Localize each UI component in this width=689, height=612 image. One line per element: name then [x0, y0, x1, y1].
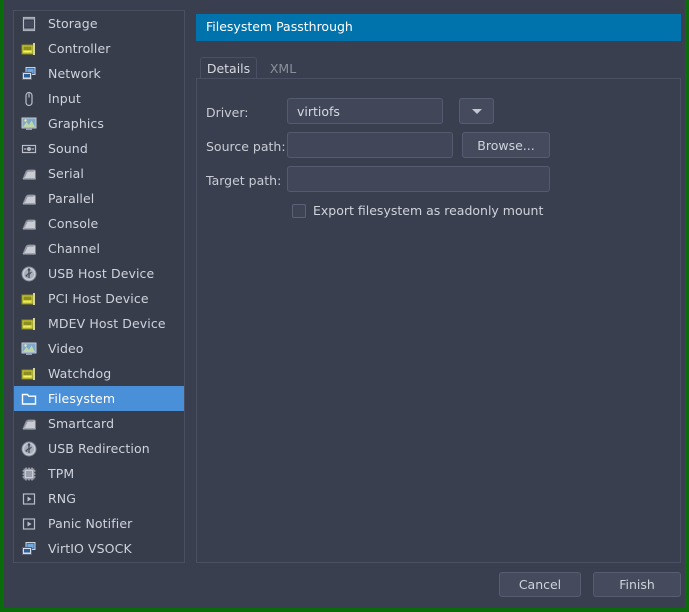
sidebar-item-label: RNG: [48, 491, 77, 506]
chevron-down-icon: [471, 108, 482, 114]
network-icon: [20, 65, 38, 83]
parallel-icon: [20, 190, 38, 208]
video-icon: [20, 340, 38, 358]
sidebar-item-label: Sound: [48, 141, 88, 156]
sidebar-item-label: Storage: [48, 16, 98, 31]
input-mouse-icon: [20, 90, 38, 108]
media-play-icon: [20, 515, 38, 533]
add-hardware-dialog: Storage Controller Network Input Graphics Sou…: [4, 0, 685, 608]
sidebar-item-storage[interactable]: Storage: [14, 11, 184, 36]
sidebar-item-label: Serial: [48, 166, 84, 181]
sidebar-item-video[interactable]: Video: [14, 336, 184, 361]
sidebar-item-label: Input: [48, 91, 81, 106]
sidebar-item-virtio-vsock[interactable]: VirtIO VSOCK: [14, 536, 184, 561]
sidebar-item-watchdog[interactable]: Watchdog: [14, 361, 184, 386]
sidebar-item-sound[interactable]: Sound: [14, 136, 184, 161]
target-path-label: Target path:: [206, 173, 282, 188]
watchdog-icon: [20, 365, 38, 383]
readonly-mount-checkbox[interactable]: [292, 204, 306, 218]
controller-icon: [20, 40, 38, 58]
sidebar-item-label: MDEV Host Device: [48, 316, 166, 331]
media-play-icon: [20, 490, 38, 508]
tab-xml[interactable]: XML: [259, 57, 307, 79]
sidebar-item-label: Graphics: [48, 116, 105, 131]
graphics-icon: [20, 115, 38, 133]
readonly-mount-label: Export filesystem as readonly mount: [313, 203, 544, 218]
device-details-pane: Filesystem Passthrough Details XML Drive…: [192, 10, 681, 563]
page-title: Filesystem Passthrough: [206, 19, 353, 34]
sidebar-item-label: USB Redirection: [48, 441, 150, 456]
hardware-category-list[interactable]: Storage Controller Network Input Graphics Sou…: [13, 10, 185, 563]
source-path-label: Source path:: [206, 139, 286, 154]
sidebar-item-label: Watchdog: [48, 366, 112, 381]
sidebar-item-serial[interactable]: Serial: [14, 161, 184, 186]
browse-button[interactable]: Browse...: [462, 132, 550, 158]
sidebar-item-controller[interactable]: Controller: [14, 36, 184, 61]
pci-card-icon: [20, 315, 38, 333]
sidebar-item-usb-redirection[interactable]: USB Redirection: [14, 436, 184, 461]
sidebar-item-console[interactable]: Console: [14, 211, 184, 236]
sidebar-item-panic-notifier[interactable]: Panic Notifier: [14, 511, 184, 536]
sidebar-item-label: Channel: [48, 241, 101, 256]
sidebar-item-usb-host-device[interactable]: USB Host Device: [14, 261, 184, 286]
sidebar-item-input[interactable]: Input: [14, 86, 184, 111]
target-path-input[interactable]: [287, 166, 550, 192]
sidebar-item-label: USB Host Device: [48, 266, 155, 281]
finish-button[interactable]: Finish: [593, 572, 681, 597]
driver-combo-dropdown-button[interactable]: [459, 98, 494, 124]
storage-icon: [20, 15, 38, 33]
sidebar-item-smartcard[interactable]: Smartcard: [14, 411, 184, 436]
cancel-button[interactable]: Cancel: [499, 572, 581, 597]
sidebar-item-graphics[interactable]: Graphics: [14, 111, 184, 136]
sidebar-item-parallel[interactable]: Parallel: [14, 186, 184, 211]
source-path-input[interactable]: [287, 132, 453, 158]
sidebar-item-label: Parallel: [48, 191, 95, 206]
tab-bar[interactable]: Details XML: [196, 57, 681, 79]
sidebar-item-tpm[interactable]: TPM: [14, 461, 184, 486]
sidebar-item-network[interactable]: Network: [14, 61, 184, 86]
sidebar-item-label: Smartcard: [48, 416, 115, 431]
network-icon: [20, 540, 38, 558]
sidebar-item-label: TPM: [48, 466, 75, 481]
sidebar-item-channel[interactable]: Channel: [14, 236, 184, 261]
smartcard-icon: [20, 415, 38, 433]
sidebar-item-label: Video: [48, 341, 84, 356]
sidebar-item-mdev-host-device[interactable]: MDEV Host Device: [14, 311, 184, 336]
sidebar-item-filesystem[interactable]: Filesystem: [14, 386, 184, 411]
driver-combo-value[interactable]: virtiofs: [287, 98, 443, 124]
console-icon: [20, 215, 38, 233]
serial-icon: [20, 165, 38, 183]
sidebar-item-label: Network: [48, 66, 101, 81]
sidebar-item-label: Controller: [48, 41, 111, 56]
page-title-bar: Filesystem Passthrough: [196, 14, 681, 41]
chip-icon: [20, 465, 38, 483]
tab-details[interactable]: Details: [200, 57, 257, 79]
driver-label: Driver:: [206, 105, 249, 120]
sound-icon: [20, 140, 38, 158]
sidebar-item-label: Filesystem: [48, 391, 116, 406]
channel-icon: [20, 240, 38, 258]
sidebar-item-label: PCI Host Device: [48, 291, 149, 306]
sidebar-item-label: Panic Notifier: [48, 516, 133, 531]
sidebar-item-pci-host-device[interactable]: PCI Host Device: [14, 286, 184, 311]
usb-icon: [20, 440, 38, 458]
sidebar-item-label: VirtIO VSOCK: [48, 541, 132, 556]
details-tab-panel: Driver: virtiofs Source path: Browse... …: [196, 79, 681, 563]
sidebar-item-rng[interactable]: RNG: [14, 486, 184, 511]
usb-icon: [20, 265, 38, 283]
folder-icon: [20, 390, 38, 408]
sidebar-item-label: Console: [48, 216, 99, 231]
pci-card-icon: [20, 290, 38, 308]
